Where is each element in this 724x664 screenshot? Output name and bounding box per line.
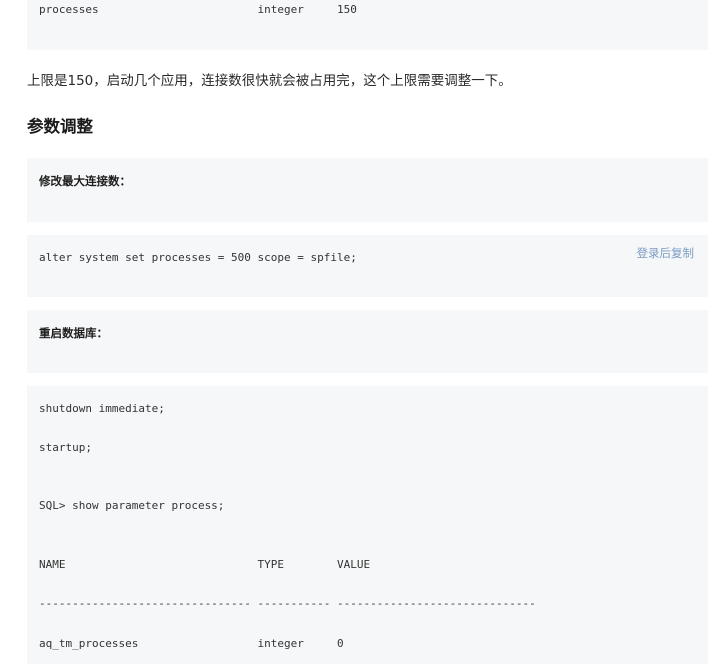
code-block-restart: shutdown immediate; startup; SQL> show p… xyxy=(27,386,708,664)
code-line-separator: -------------------------------- -------… xyxy=(39,597,536,610)
step-label-block-2: 重启数据库： xyxy=(27,310,708,373)
section-heading: 参数调整 xyxy=(27,117,93,136)
code-line-processes: processes integer 150 xyxy=(39,3,357,16)
code-block-processes: processes integer 150 xyxy=(27,0,708,50)
step-label-restart-database: 重启数据库： xyxy=(39,326,108,340)
step-label-block-1: 修改最大连接数： xyxy=(27,158,708,222)
code-line-table-header: NAME TYPE VALUE xyxy=(39,558,371,571)
code-line-show-parameter: SQL> show parameter process; xyxy=(39,499,225,512)
step-label-modify-max-connections: 修改最大连接数： xyxy=(39,174,131,188)
copy-after-login-link[interactable]: 登录后复制 xyxy=(637,245,695,261)
code-line-shutdown: shutdown immediate; xyxy=(39,402,165,415)
code-block-alter: alter system set processes = 500 scope =… xyxy=(27,235,708,297)
code-line-startup: startup; xyxy=(39,441,92,454)
code-line-aq-tm-processes: aq_tm_processes integer 0 xyxy=(39,637,344,650)
paragraph-limit-note: 上限是150，启动几个应用，连接数很快就会被占用完，这个上限需要调整一下。 xyxy=(27,73,512,89)
code-line-alter: alter system set processes = 500 scope =… xyxy=(39,251,357,264)
